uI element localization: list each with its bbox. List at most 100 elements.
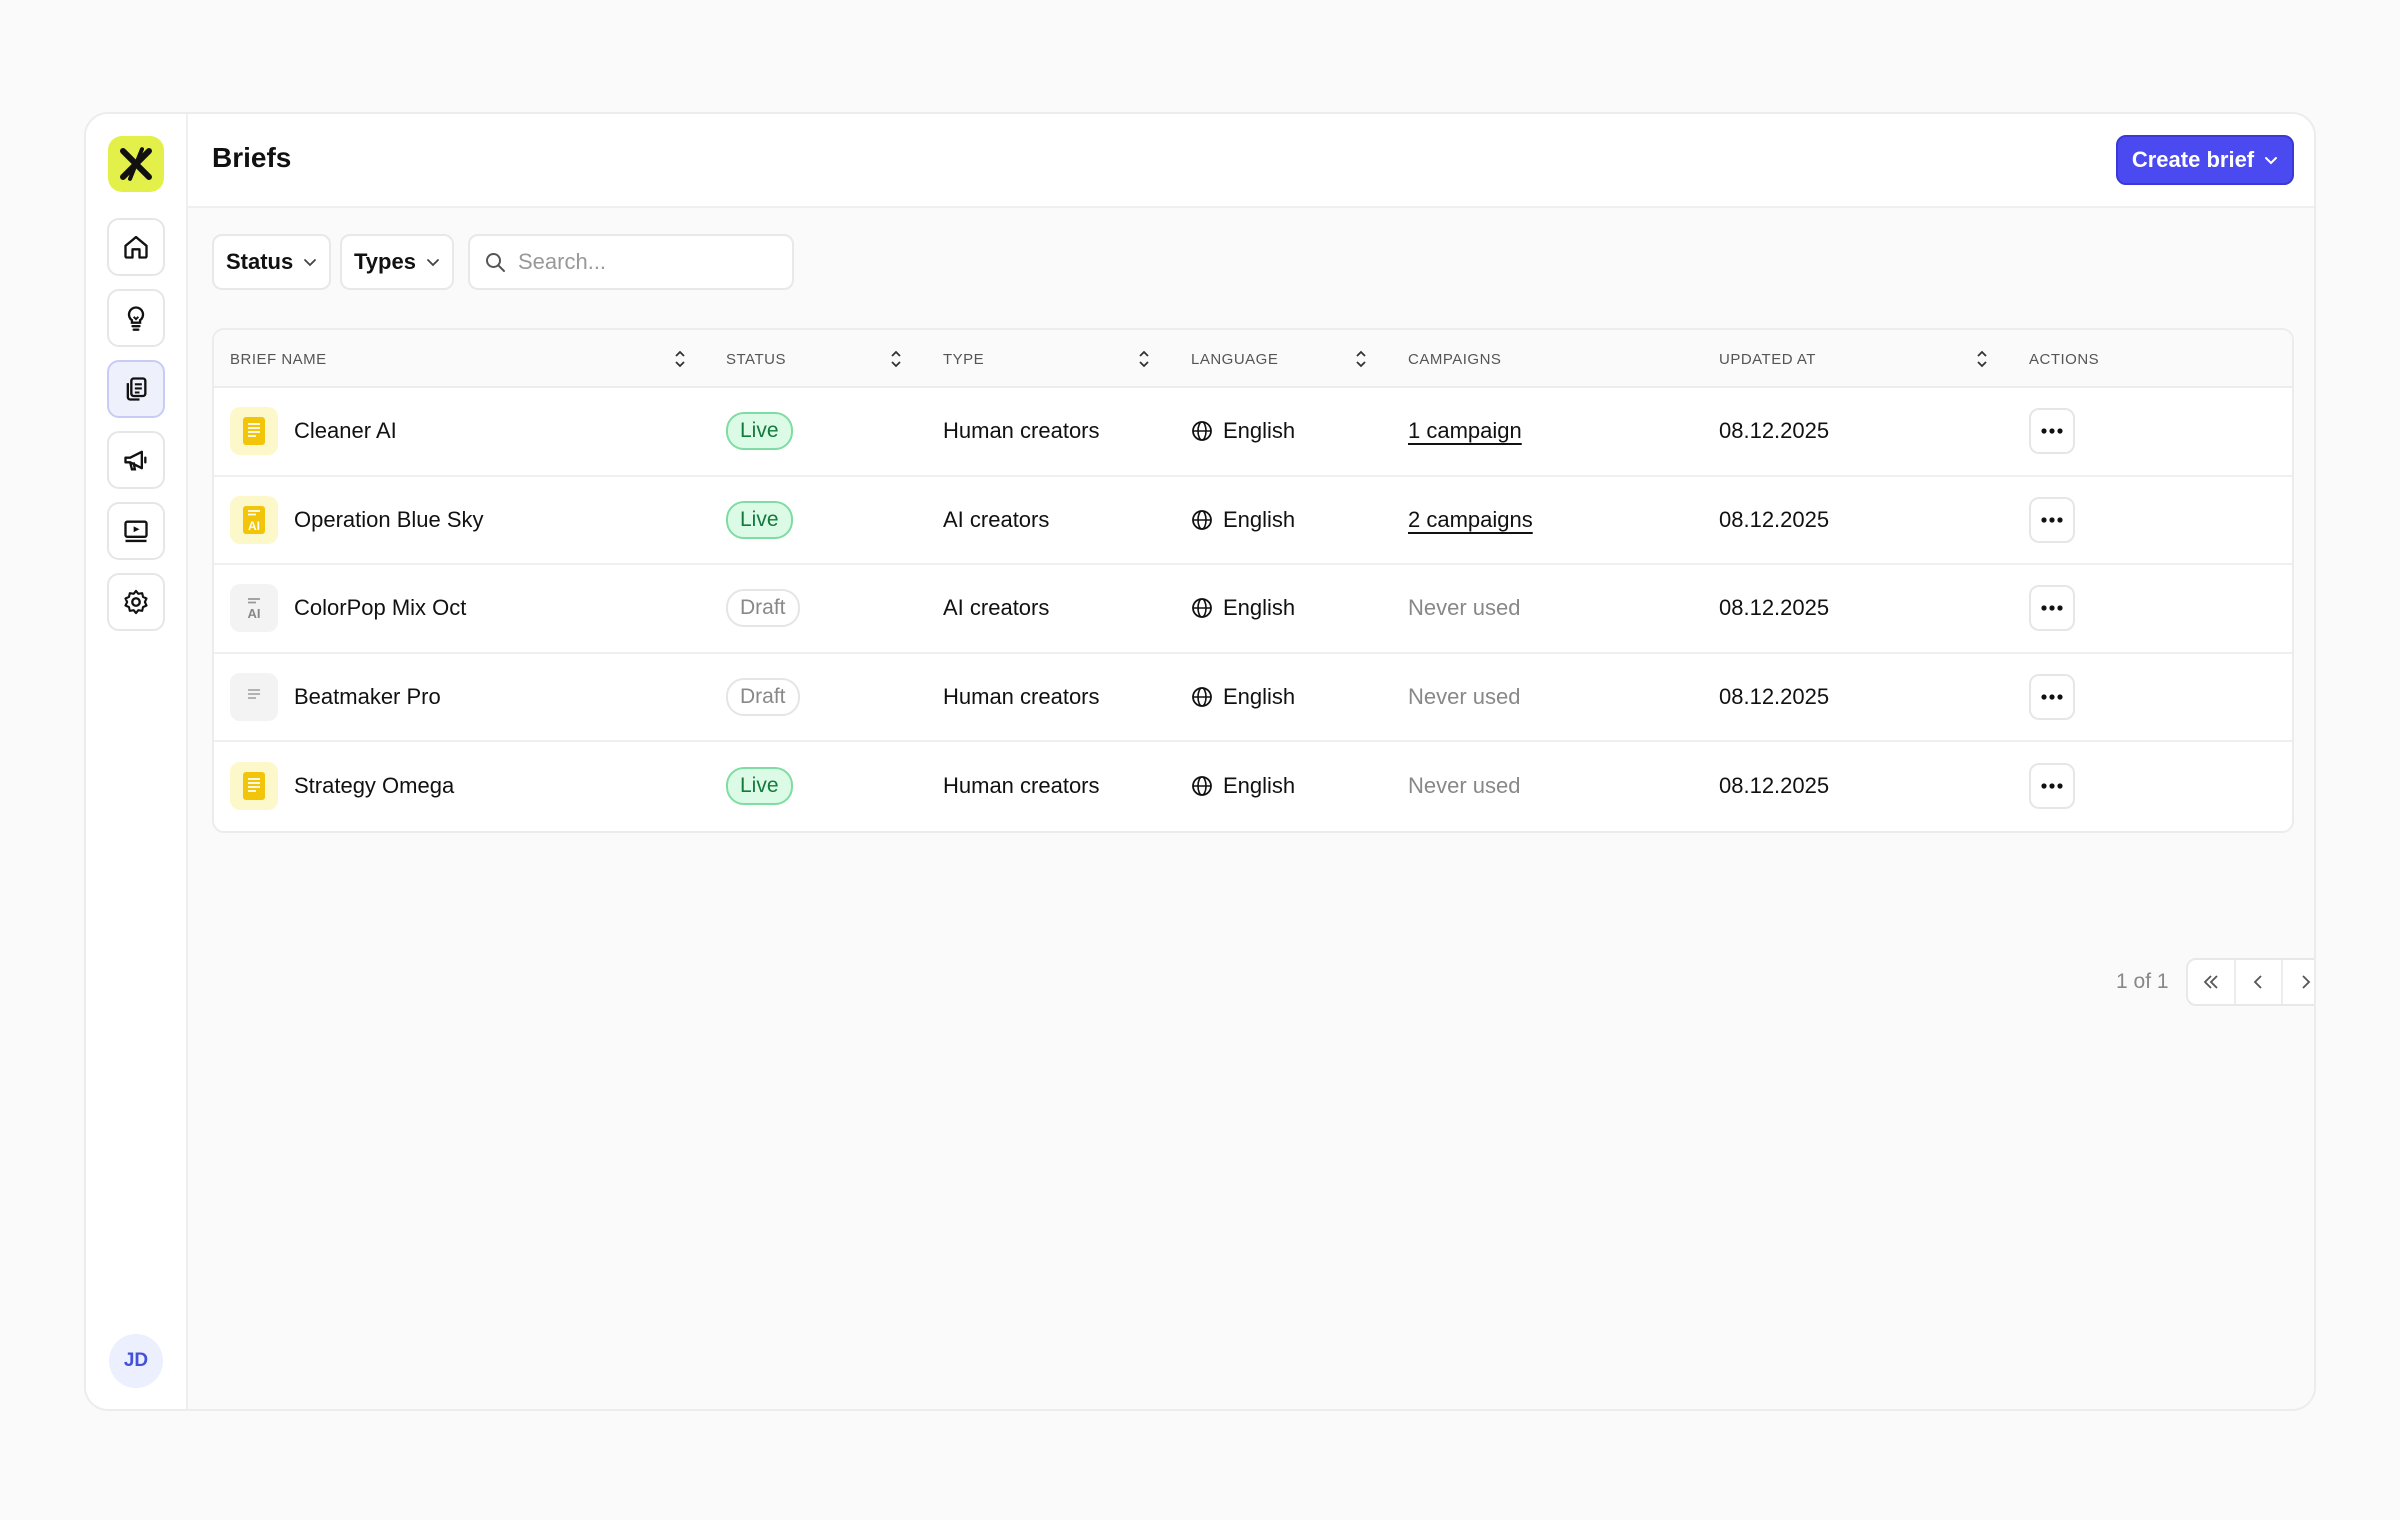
actions-cell xyxy=(2029,742,2075,831)
next-page-button[interactable] xyxy=(2283,960,2314,1004)
more-actions-button[interactable] xyxy=(2029,763,2075,810)
video-icon xyxy=(124,520,148,543)
campaigns-cell: Never used xyxy=(1408,595,1521,621)
brief-name[interactable]: Beatmaker Pro xyxy=(294,684,441,710)
chevron-down-icon xyxy=(427,259,439,267)
table-row[interactable]: AI ColorPop Mix Oct Draft AI creators En… xyxy=(214,565,2292,654)
sort-icon[interactable] xyxy=(1355,349,1367,369)
language-cell: English xyxy=(1191,388,1295,475)
campaigns-cell: 2 campaigns xyxy=(1408,477,1533,564)
logo-icon xyxy=(120,147,152,181)
document-icon xyxy=(230,762,278,811)
header: Briefs Create brief xyxy=(188,114,2314,208)
brief-name[interactable]: Operation Blue Sky xyxy=(294,507,484,533)
more-actions-button[interactable] xyxy=(2029,408,2075,455)
campaigns-link[interactable]: 2 campaigns xyxy=(1408,507,1533,533)
briefs-table: BRIEF NAME STATUS TYPE LANGUAGE CAMPAIGN… xyxy=(212,328,2294,833)
more-actions-button[interactable] xyxy=(2029,496,2075,543)
more-actions-button[interactable] xyxy=(2029,585,2075,632)
sidebar-item-briefs[interactable] xyxy=(107,360,165,418)
status-badge: Draft xyxy=(726,677,800,716)
actions-cell xyxy=(2029,477,2075,564)
status-cell: Draft xyxy=(726,654,800,741)
table-row[interactable]: AI Operation Blue Sky Live AI creators E… xyxy=(214,477,2292,565)
more-actions-button[interactable] xyxy=(2029,673,2075,720)
column-header-language[interactable]: LANGUAGE xyxy=(1191,330,1278,388)
table-row[interactable]: Cleaner AI Live Human creators English 1… xyxy=(214,388,2292,477)
chevron-right-icon xyxy=(2302,975,2311,989)
sidebar-item-campaigns[interactable] xyxy=(107,431,165,489)
documents-icon xyxy=(126,377,147,401)
language-cell: English xyxy=(1191,654,1295,741)
column-header-updated-at[interactable]: UPDATED AT xyxy=(1719,330,1816,388)
globe-icon xyxy=(1192,686,1212,707)
types-filter[interactable]: Types xyxy=(340,234,454,290)
chevron-down-icon xyxy=(2265,157,2278,165)
sidebar-item-videos[interactable] xyxy=(107,502,165,560)
ellipsis-icon xyxy=(2041,783,2063,789)
column-header-status[interactable]: STATUS xyxy=(726,330,786,388)
home-icon xyxy=(124,235,148,259)
sort-icon[interactable] xyxy=(1138,349,1150,369)
type-cell: Human creators xyxy=(943,773,1100,799)
table-header: BRIEF NAME STATUS TYPE LANGUAGE CAMPAIGN… xyxy=(214,330,2292,388)
globe-icon xyxy=(1192,509,1212,530)
brief-name[interactable]: ColorPop Mix Oct xyxy=(294,595,466,621)
campaigns-link[interactable]: 1 campaign xyxy=(1408,418,1522,444)
column-header-brief-name[interactable]: BRIEF NAME xyxy=(230,330,327,388)
campaigns-cell: 1 campaign xyxy=(1408,388,1522,475)
sidebar-item-settings[interactable] xyxy=(107,573,165,631)
actions-cell xyxy=(2029,654,2075,741)
table-row[interactable]: Strategy Omega Live Human creators Engli… xyxy=(214,742,2292,831)
document-icon xyxy=(230,672,278,721)
search-input[interactable] xyxy=(518,249,768,275)
first-page-button[interactable] xyxy=(2188,960,2236,1004)
actions-cell xyxy=(2029,388,2075,475)
ellipsis-icon xyxy=(2041,428,2063,434)
previous-page-button[interactable] xyxy=(2236,960,2283,1004)
actions-cell xyxy=(2029,565,2075,652)
document-icon xyxy=(230,407,278,456)
create-brief-label: Create brief xyxy=(2131,147,2255,172)
column-header-type[interactable]: TYPE xyxy=(943,330,984,388)
sidebar-item-home[interactable] xyxy=(107,218,165,276)
table-row[interactable]: Beatmaker Pro Draft Human creators Engli… xyxy=(214,654,2292,742)
updated-at-cell: 08.12.2025 xyxy=(1719,683,1830,709)
updated-at-cell: 08.12.2025 xyxy=(1719,773,1830,799)
gear-icon xyxy=(124,589,148,615)
language-label: English xyxy=(1223,595,1296,621)
create-brief-button[interactable]: Create brief xyxy=(2116,135,2294,185)
type-cell: AI creators xyxy=(943,595,1050,621)
language-label: English xyxy=(1223,506,1296,532)
status-filter[interactable]: Status xyxy=(212,234,332,290)
search-box[interactable] xyxy=(468,234,794,290)
brief-name-cell: Cleaner AI xyxy=(230,388,397,475)
brief-name[interactable]: Cleaner AI xyxy=(294,418,397,444)
status-badge: Live xyxy=(726,412,793,451)
brief-name-cell: Beatmaker Pro xyxy=(230,654,441,741)
status-cell: Draft xyxy=(726,565,800,652)
avatar[interactable]: JD xyxy=(109,1334,163,1388)
status-cell: Live xyxy=(726,388,793,475)
status-badge: Live xyxy=(726,500,793,539)
sort-icon[interactable] xyxy=(1976,349,1988,369)
type-cell: AI creators xyxy=(943,506,1050,532)
brief-name-cell: AI Operation Blue Sky xyxy=(230,477,484,564)
sidebar-item-ideas[interactable] xyxy=(107,289,165,347)
pagination xyxy=(2186,958,2314,1006)
sort-icon[interactable] xyxy=(890,349,902,369)
sort-icon[interactable] xyxy=(674,349,686,369)
svg-text:AI: AI xyxy=(248,519,260,533)
globe-icon xyxy=(1192,598,1212,619)
ellipsis-icon xyxy=(2041,605,2063,611)
app-window: JD Briefs Create brief Status Types BRIE… xyxy=(84,112,2316,1411)
updated-at-cell: 08.12.2025 xyxy=(1719,506,1830,532)
ai-document-icon: AI xyxy=(230,584,278,633)
globe-icon xyxy=(1192,776,1212,797)
type-cell: Human creators xyxy=(943,418,1100,444)
logo[interactable] xyxy=(108,136,164,192)
chevrons-left-icon xyxy=(2203,975,2218,989)
brief-name-cell: Strategy Omega xyxy=(230,742,454,831)
brief-name[interactable]: Strategy Omega xyxy=(294,773,454,799)
types-filter-label: Types xyxy=(354,249,416,274)
